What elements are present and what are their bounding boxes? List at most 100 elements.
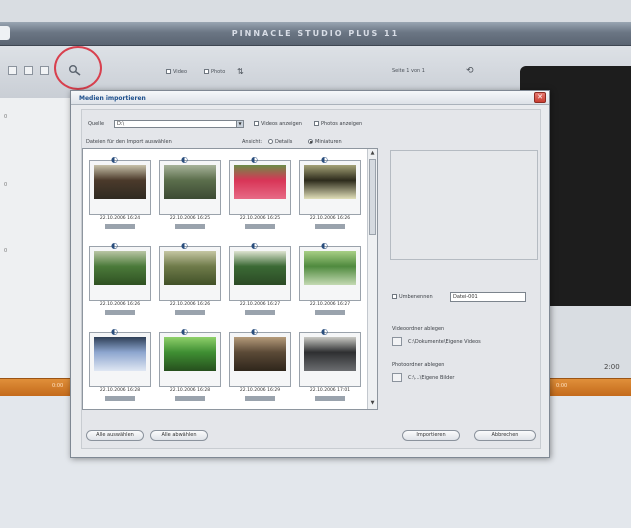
thumbnail-image bbox=[304, 165, 356, 199]
photo-camera-icon: ◐ bbox=[251, 327, 258, 336]
show-videos-label: Videos anzeigen bbox=[261, 121, 302, 127]
media-thumbnail[interactable]: ◐ 22.10.2006 17:01 bbox=[299, 325, 361, 407]
media-thumbnail[interactable]: ◐ 22.10.2006 16:25 bbox=[229, 153, 291, 235]
album-side-panel: 0 0 0 bbox=[0, 98, 70, 380]
photo-filter-checkbox[interactable] bbox=[204, 69, 209, 74]
thumbnail-filename-bar bbox=[105, 396, 135, 401]
thumbnail-filename-bar bbox=[105, 310, 135, 315]
thumbnail-date: 22.10.2006 16:25 bbox=[239, 216, 281, 221]
deselect-all-button[interactable]: Alle abwählen bbox=[150, 430, 208, 441]
thumbnail-image bbox=[94, 165, 146, 199]
video-filter-checkbox[interactable] bbox=[166, 69, 171, 74]
video-filter-option[interactable]: Video bbox=[166, 69, 187, 75]
media-thumbnail[interactable]: ◐ 22.10.2006 16:25 bbox=[159, 153, 221, 235]
photo-camera-icon: ◐ bbox=[181, 327, 188, 336]
thumbnail-filename-bar bbox=[315, 310, 345, 315]
rename-label: Umbenennen bbox=[399, 294, 433, 300]
view-thumbnails-radio[interactable] bbox=[308, 139, 313, 144]
folder-button[interactable] bbox=[24, 66, 33, 75]
thumbnail-date: 22.10.2006 16:27 bbox=[239, 302, 281, 307]
video-folder-button[interactable] bbox=[392, 337, 402, 346]
show-photos-option[interactable]: Photos anzeigen bbox=[314, 121, 362, 127]
thumbnail-date: 22.10.2006 16:25 bbox=[169, 216, 211, 221]
timeline-marker: 0:00 bbox=[556, 383, 568, 389]
media-thumbnail[interactable]: ◐ 22.10.2006 16:24 bbox=[89, 153, 151, 235]
thumbnail-date: 22.10.2006 16:28 bbox=[169, 388, 211, 393]
thumbnail-date: 22.10.2006 16:27 bbox=[309, 302, 351, 307]
dialog-title: Medien importieren bbox=[79, 95, 146, 102]
source-select[interactable]: D:\ ▼ bbox=[114, 120, 244, 128]
filter-icon[interactable]: ⇅ bbox=[237, 67, 244, 76]
timecode-counter: 2:00 bbox=[604, 363, 620, 371]
side-tick: 0 bbox=[4, 114, 8, 120]
photo-camera-icon: ◐ bbox=[181, 155, 188, 164]
show-videos-checkbox[interactable] bbox=[254, 121, 259, 126]
photo-filter-option[interactable]: Photo bbox=[204, 69, 225, 75]
thumbnail-date: 22.10.2006 17:01 bbox=[309, 388, 351, 393]
select-all-button[interactable]: Alle auswählen bbox=[86, 430, 144, 441]
thumbnail-image bbox=[164, 251, 216, 285]
media-thumbnail[interactable]: ◐ 22.10.2006 16:26 bbox=[159, 239, 221, 321]
thumbnail-image bbox=[234, 337, 286, 371]
photo-camera-icon: ◐ bbox=[111, 327, 118, 336]
media-thumbnail[interactable]: ◐ 22.10.2006 16:27 bbox=[299, 239, 361, 321]
thumbnail-filename-bar bbox=[245, 396, 275, 401]
thumbnail-filename-bar bbox=[175, 310, 205, 315]
media-thumbnail[interactable]: ◐ 22.10.2006 16:28 bbox=[159, 325, 221, 407]
show-photos-checkbox[interactable] bbox=[314, 121, 319, 126]
media-thumbnail[interactable]: ◐ 22.10.2006 16:28 bbox=[89, 325, 151, 407]
pinnacle-studio-window: PINNACLE STUDIO PLUS 11 Video Photo ⇅ Se… bbox=[0, 0, 631, 528]
thumbnail-grid: ◐ 22.10.2006 16:24 ◐ 22.10.2006 16:25 ◐ 22.10… bbox=[82, 148, 378, 410]
thumbnail-filename-bar bbox=[245, 224, 275, 229]
thumbnail-image bbox=[304, 337, 356, 371]
media-thumbnail[interactable]: ◐ 22.10.2006 16:27 bbox=[229, 239, 291, 321]
side-tick: 0 bbox=[4, 182, 8, 188]
photo-camera-icon: ◐ bbox=[251, 241, 258, 250]
photo-camera-icon: ◐ bbox=[321, 327, 328, 336]
show-photos-label: Photos anzeigen bbox=[321, 121, 363, 127]
view-thumbnails-label: Miniaturen bbox=[315, 139, 342, 145]
photo-folder-path: C:\...\Eigene Bilder bbox=[408, 375, 455, 381]
source-label: Quelle bbox=[88, 121, 105, 127]
scroll-up-icon[interactable]: ▲ bbox=[369, 150, 376, 157]
thumbnail-filename-bar bbox=[315, 224, 345, 229]
thumbnail-image bbox=[94, 337, 146, 371]
view-details-option[interactable]: Details bbox=[268, 139, 292, 145]
media-thumbnail[interactable]: ◐ 22.10.2006 16:29 bbox=[229, 325, 291, 407]
view-details-radio[interactable] bbox=[268, 139, 273, 144]
thumbnail-image bbox=[234, 251, 286, 285]
dialog-content: Quelle D:\ ▼ Videos anzeigen Photos anze… bbox=[81, 109, 541, 449]
view-details-label: Details bbox=[275, 139, 293, 145]
cancel-button[interactable]: Abbrechen bbox=[474, 430, 536, 441]
thumbnail-filename-bar bbox=[105, 224, 135, 229]
scroll-down-icon[interactable]: ▼ bbox=[369, 400, 376, 407]
scene-button[interactable] bbox=[40, 66, 49, 75]
photo-camera-icon: ◐ bbox=[321, 155, 328, 164]
album-view-button[interactable] bbox=[8, 66, 17, 75]
thumbnail-filename-bar bbox=[245, 310, 275, 315]
preview-box bbox=[390, 150, 538, 260]
rename-option[interactable]: Umbenennen bbox=[392, 294, 433, 300]
thumbnail-filename-bar bbox=[315, 396, 345, 401]
import-button[interactable]: Importieren bbox=[402, 430, 460, 441]
view-thumbnails-option[interactable]: Miniaturen bbox=[308, 139, 342, 145]
dialog-titlebar[interactable]: Medien importieren ✕ bbox=[71, 91, 549, 105]
rename-input[interactable]: Datei-001 bbox=[450, 292, 526, 302]
scrollbar-thumb[interactable] bbox=[369, 159, 376, 235]
video-folder-label: Videoordner ablegen bbox=[392, 326, 445, 332]
refresh-icon[interactable]: ⟲ bbox=[466, 66, 474, 76]
close-icon[interactable]: ✕ bbox=[534, 92, 546, 103]
media-thumbnail[interactable]: ◐ 22.10.2006 16:26 bbox=[89, 239, 151, 321]
thumbnail-date: 22.10.2006 16:28 bbox=[99, 388, 141, 393]
photo-folder-button[interactable] bbox=[392, 373, 402, 382]
photo-camera-icon: ◐ bbox=[251, 155, 258, 164]
media-thumbnail[interactable]: ◐ 22.10.2006 16:26 bbox=[299, 153, 361, 235]
chevron-down-icon[interactable]: ▼ bbox=[236, 121, 243, 127]
thumbnail-date: 22.10.2006 16:26 bbox=[99, 302, 141, 307]
vertical-scrollbar[interactable]: ▲ ▼ bbox=[367, 149, 377, 409]
photo-filter-label: Photo bbox=[211, 69, 226, 75]
thumbnail-date: 22.10.2006 16:29 bbox=[239, 388, 281, 393]
window-corner-button[interactable] bbox=[0, 26, 10, 40]
show-videos-option[interactable]: Videos anzeigen bbox=[254, 121, 302, 127]
rename-checkbox[interactable] bbox=[392, 294, 397, 299]
